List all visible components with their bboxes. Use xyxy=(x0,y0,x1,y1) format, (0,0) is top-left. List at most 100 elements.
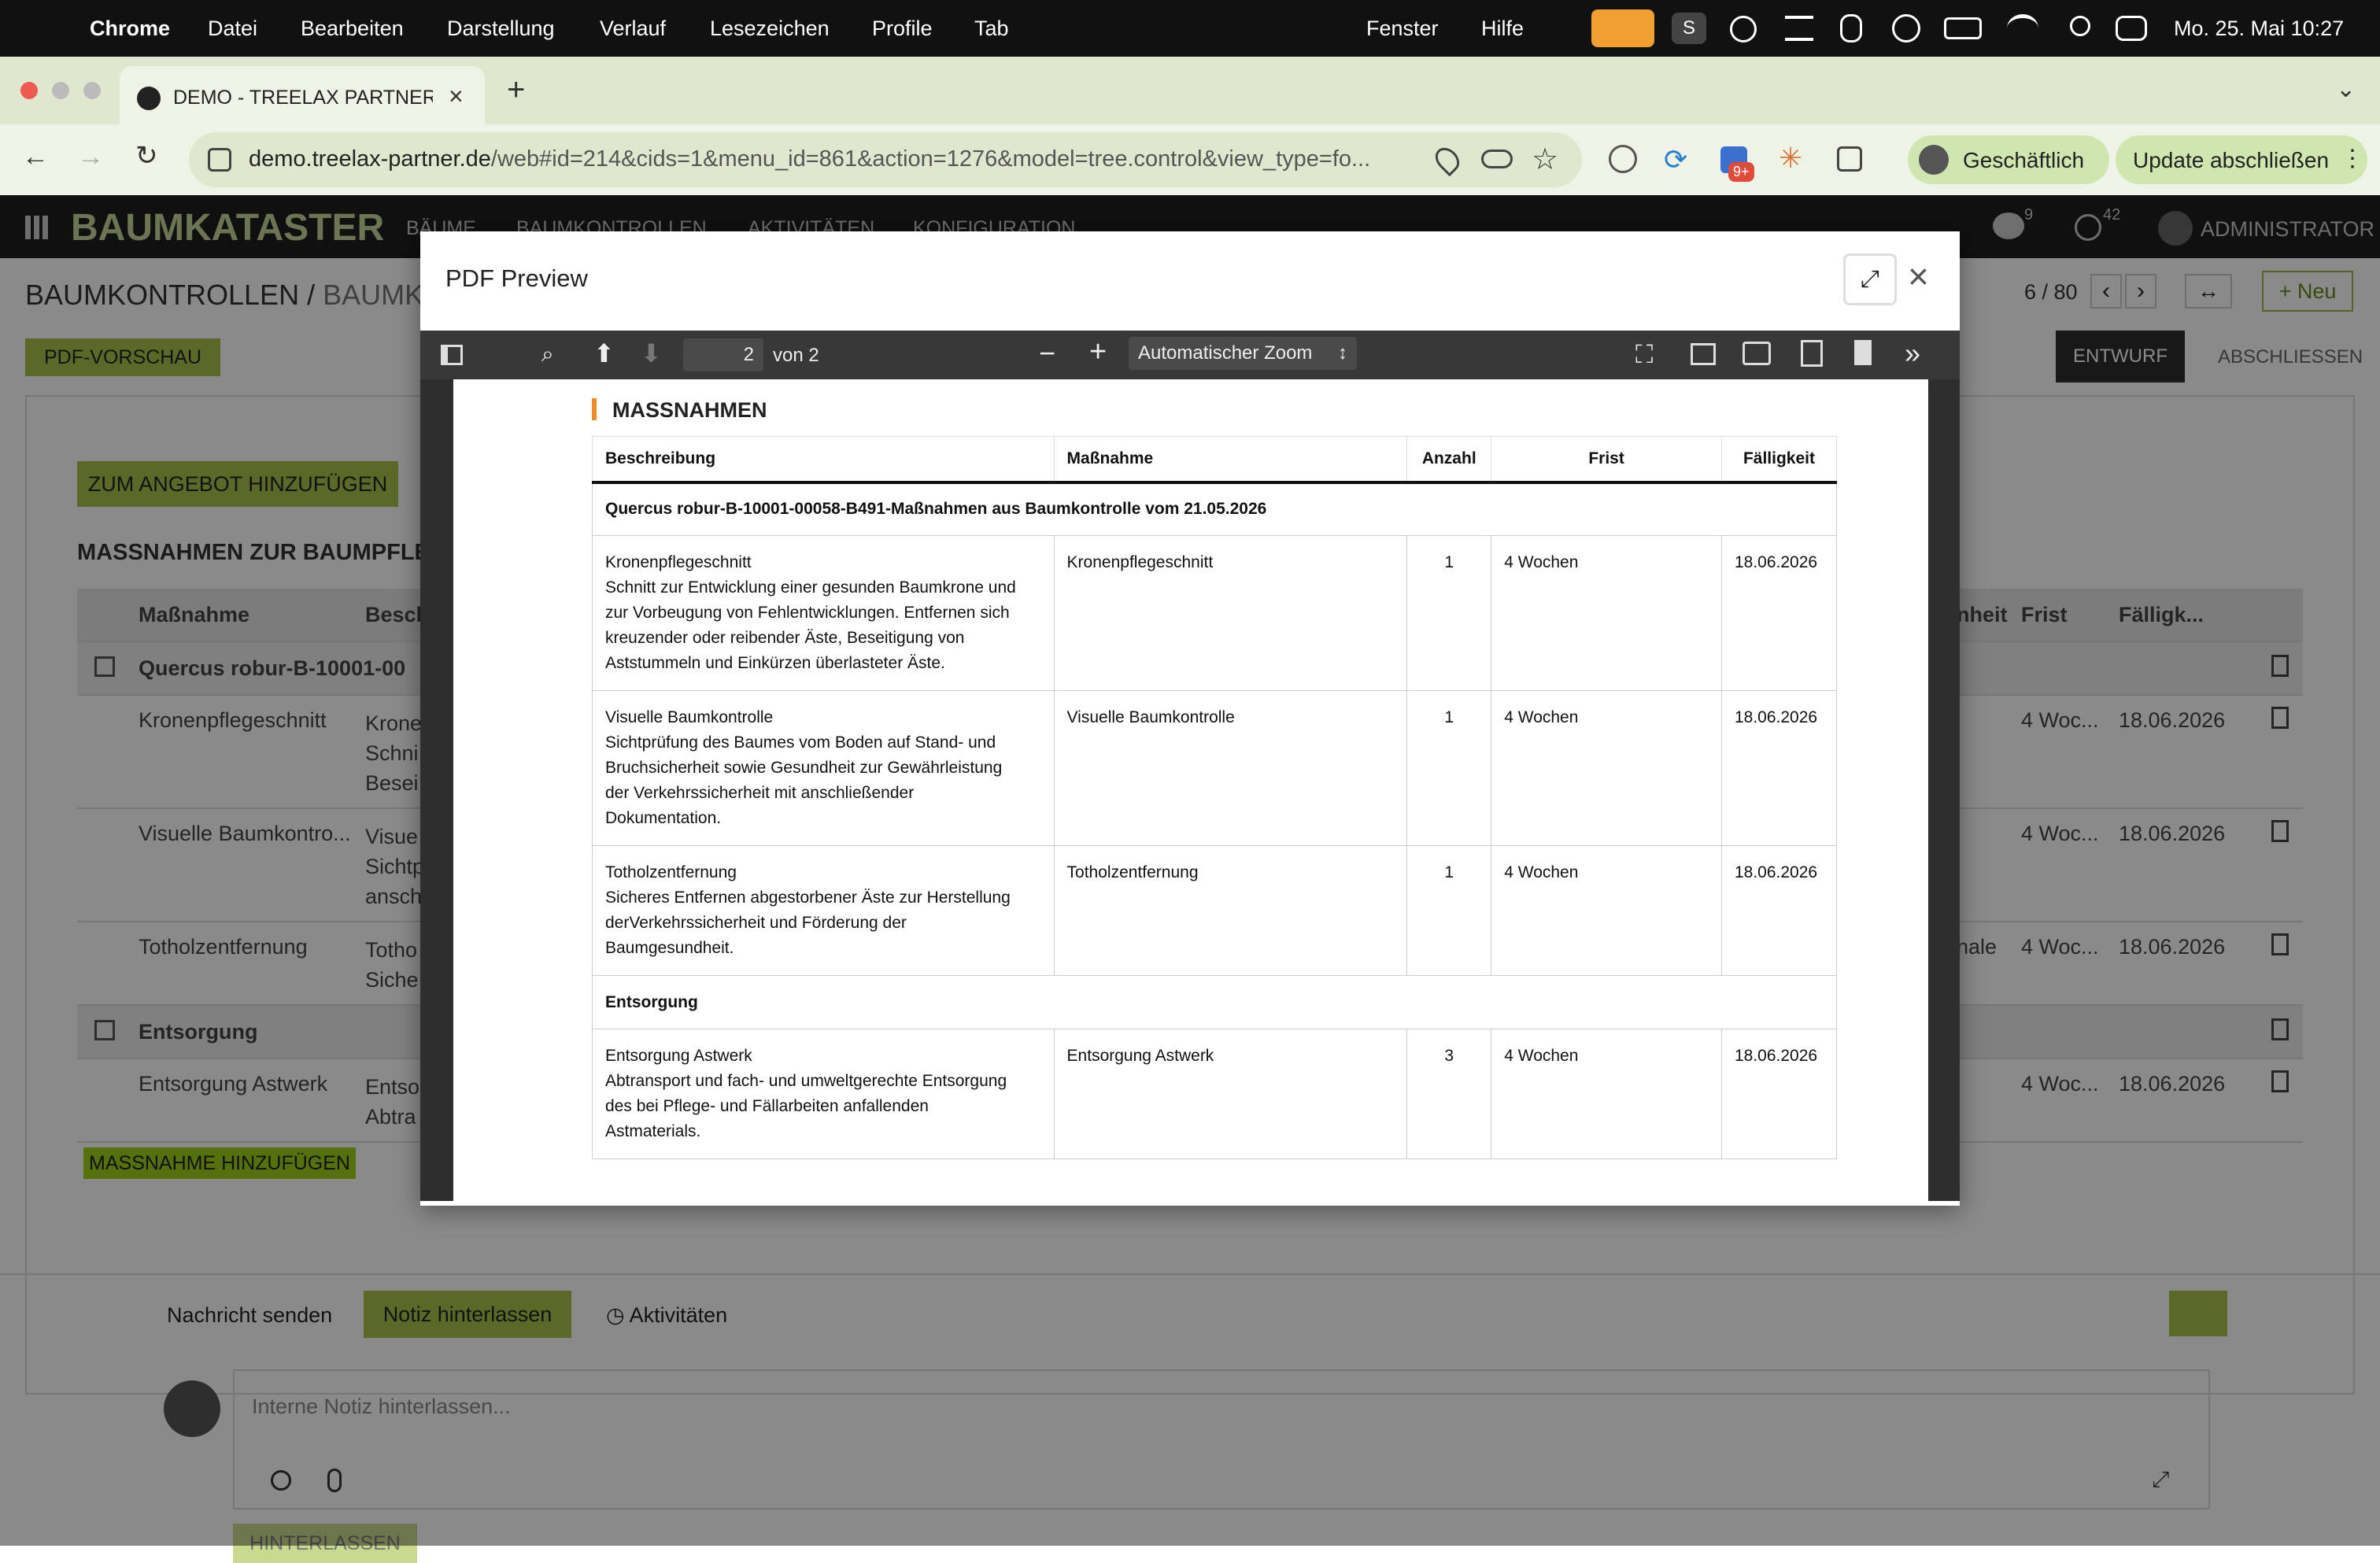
pdf-preview-modal: PDF Preview ⤢ × ⌕ ⬆ ⬇ 2 von 2 − + Automa… xyxy=(420,231,1960,1206)
bookmark-star-icon[interactable]: ☆ xyxy=(1532,142,1558,177)
pdf-page: MASSNAHMEN Beschreibung Maßnahme Anzahl … xyxy=(453,379,1928,1201)
sidebar-toggle-icon[interactable] xyxy=(441,345,463,365)
pdf-table-row: Kronenpflegeschnitt Schnitt zur Entwicklu… xyxy=(592,535,1838,691)
menu-lesezeichen[interactable]: Lesezeichen xyxy=(710,0,830,57)
zoom-out-icon[interactable]: − xyxy=(1039,337,1055,370)
pdf-col-desc: Beschreibung xyxy=(592,436,1055,484)
pdf-row-qty: 1 xyxy=(1406,535,1492,691)
pdf-table-row: Visuelle Baumkontrolle Sichtprüfung des B… xyxy=(592,690,1838,846)
pdf-search-icon[interactable]: ⌕ xyxy=(541,342,554,368)
reload-icon[interactable]: ↻ xyxy=(135,140,158,172)
menu-datei[interactable]: Datei xyxy=(208,0,257,57)
update-label: Update abschließen xyxy=(2133,148,2330,172)
back-icon[interactable]: ← xyxy=(22,142,49,172)
profile-button[interactable]: Geschäftlich xyxy=(1908,135,2109,184)
microphone-icon[interactable] xyxy=(1591,9,1654,47)
tab-title: DEMO - TREELAX PARTNER - xyxy=(173,87,433,109)
extension-claude-icon[interactable]: ✳ xyxy=(1779,142,1802,175)
pdf-viewer[interactable]: MASSNAHMEN Beschreibung Maßnahme Anzahl … xyxy=(420,379,1960,1201)
pdf-row-measure: Totholzentfernung xyxy=(1053,845,1408,976)
pdf-col-due: Fälligkeit xyxy=(1720,436,1838,484)
pdf-row-desc: Entsorgung Astwerk Abtransport und fach- … xyxy=(592,1029,1055,1159)
update-button[interactable]: Update abschließen ⋮ xyxy=(2116,135,2367,184)
download-icon[interactable] xyxy=(1801,340,1823,367)
skype-icon[interactable]: S xyxy=(1672,13,1706,44)
wifi-icon[interactable] xyxy=(2007,14,2038,42)
extensions-puzzle-icon[interactable] xyxy=(1837,146,1862,172)
bookmark-icon[interactable] xyxy=(1854,340,1872,365)
extension-sync-icon[interactable]: ⟳ xyxy=(1664,143,1687,176)
close-window-button[interactable] xyxy=(20,82,38,99)
tab-close-icon[interactable]: × xyxy=(449,82,464,111)
menu-extra3-icon[interactable] xyxy=(1892,14,1920,42)
location-icon[interactable] xyxy=(1430,142,1465,177)
pdf-row-due: 18.06.2026 xyxy=(1720,690,1838,846)
pdf-col-frist: Frist xyxy=(1491,436,1722,484)
maximize-modal-icon[interactable]: ⤢ xyxy=(1843,253,1897,305)
menu-bearbeiten[interactable]: Bearbeiten xyxy=(301,0,404,57)
menu-extra-icon[interactable] xyxy=(1785,16,1813,41)
open-file-icon[interactable] xyxy=(1691,343,1716,365)
zoom-select[interactable]: Automatischer Zoom ↕ xyxy=(1129,337,1357,370)
pdf-row-frist: 4 Wochen xyxy=(1491,845,1722,976)
pdf-row-measure: Entsorgung Astwerk xyxy=(1053,1029,1408,1159)
menu-fenster[interactable]: Fenster xyxy=(1366,0,1439,57)
pdf-row-due: 18.06.2026 xyxy=(1720,1029,1838,1159)
menu-verlauf[interactable]: Verlauf xyxy=(600,0,666,57)
pdf-row-desc: Visuelle Baumkontrolle Sichtprüfung des B… xyxy=(592,690,1055,846)
control-center-icon[interactable] xyxy=(2116,16,2147,41)
password-key-icon[interactable] xyxy=(1481,150,1513,168)
tools-menu-icon[interactable]: » xyxy=(1905,337,1920,370)
extension-badge: 9+ xyxy=(1728,162,1754,182)
status-icon[interactable] xyxy=(1730,16,1757,42)
modal-title: PDF Preview xyxy=(445,264,588,292)
spotlight-icon[interactable] xyxy=(2070,16,2090,36)
menu-datetime[interactable]: Mo. 25. Mai 10:27 xyxy=(2174,0,2344,57)
menu-app-name[interactable]: Chrome xyxy=(90,0,170,57)
menu-tab[interactable]: Tab xyxy=(974,0,1009,57)
menu-darstellung[interactable]: Darstellung xyxy=(447,0,555,57)
pdf-group-row: Quercus robur-B-10001-00058-B491-Maßnahm… xyxy=(592,482,1837,536)
new-tab-icon[interactable]: + xyxy=(507,72,525,108)
pdf-row-frist: 4 Wochen xyxy=(1491,1029,1722,1159)
pdf-row-qty: 1 xyxy=(1406,845,1492,976)
pdf-row-qty: 1 xyxy=(1406,690,1492,846)
pdf-row-qty: 3 xyxy=(1406,1029,1492,1159)
print-icon[interactable] xyxy=(1743,342,1771,365)
pdf-measures-table: Beschreibung Maßnahme Anzahl Frist Fälli… xyxy=(592,436,1838,1159)
minimize-window-button[interactable] xyxy=(52,82,69,99)
url-text[interactable]: demo.treelax-partner.de/web#id=214&cids=… xyxy=(249,146,1370,172)
close-modal-icon[interactable]: × xyxy=(1908,255,1929,297)
address-bar[interactable]: demo.treelax-partner.de/web#id=214&cids=… xyxy=(189,132,1582,187)
presentation-mode-icon[interactable]: ⛶ xyxy=(1635,340,1653,370)
pdf-col-measure: Maßnahme xyxy=(1053,436,1408,484)
page-down-icon[interactable]: ⬇ xyxy=(641,338,662,368)
pdf-toolbar: ⌕ ⬆ ⬇ 2 von 2 − + Automatischer Zoom ↕ ⛶ … xyxy=(420,331,1960,379)
pdf-table-row: Entsorgung Astwerk Abtransport und fach- … xyxy=(592,1029,1838,1159)
pdf-group-label: Quercus robur-B-10001-00058-B491-Maßnahm… xyxy=(592,482,1837,536)
zoom-in-icon[interactable]: + xyxy=(1089,335,1107,369)
tab-search-chevron-icon[interactable]: ⌄ xyxy=(2336,76,2356,103)
page-up-icon[interactable]: ⬆ xyxy=(593,338,615,368)
select-arrows-icon: ↕ xyxy=(1338,342,1347,364)
menu-extra2-icon[interactable] xyxy=(1840,14,1862,42)
browser-tab-active[interactable]: DEMO - TREELAX PARTNER - × xyxy=(120,66,485,124)
maximize-window-button[interactable] xyxy=(83,82,101,99)
browser-menu-icon[interactable]: ⋮ xyxy=(2341,145,2364,172)
menu-hilfe[interactable]: Hilfe xyxy=(1481,0,1524,57)
site-info-icon[interactable] xyxy=(208,148,231,172)
browser-toolbar: ← → ↻ demo.treelax-partner.de/web#id=214… xyxy=(0,124,2380,195)
page-number-input[interactable]: 2 xyxy=(683,338,763,371)
page-count: von 2 xyxy=(773,345,819,366)
battery-icon[interactable] xyxy=(1944,17,1982,39)
profile-avatar xyxy=(1919,145,1949,175)
extension-1-icon[interactable] xyxy=(1609,145,1637,173)
pdf-row-frist: 4 Wochen xyxy=(1491,535,1722,691)
forward-icon[interactable]: → xyxy=(77,142,104,172)
pdf-group-row: Entsorgung xyxy=(592,975,1837,1029)
menu-profile[interactable]: Profile xyxy=(872,0,933,57)
pdf-row-measure: Visuelle Baumkontrolle xyxy=(1053,690,1408,846)
pdf-col-qty: Anzahl xyxy=(1406,436,1492,484)
pdf-row-frist: 4 Wochen xyxy=(1491,690,1722,846)
pdf-row-measure: Kronenpflegeschnitt xyxy=(1053,535,1408,691)
